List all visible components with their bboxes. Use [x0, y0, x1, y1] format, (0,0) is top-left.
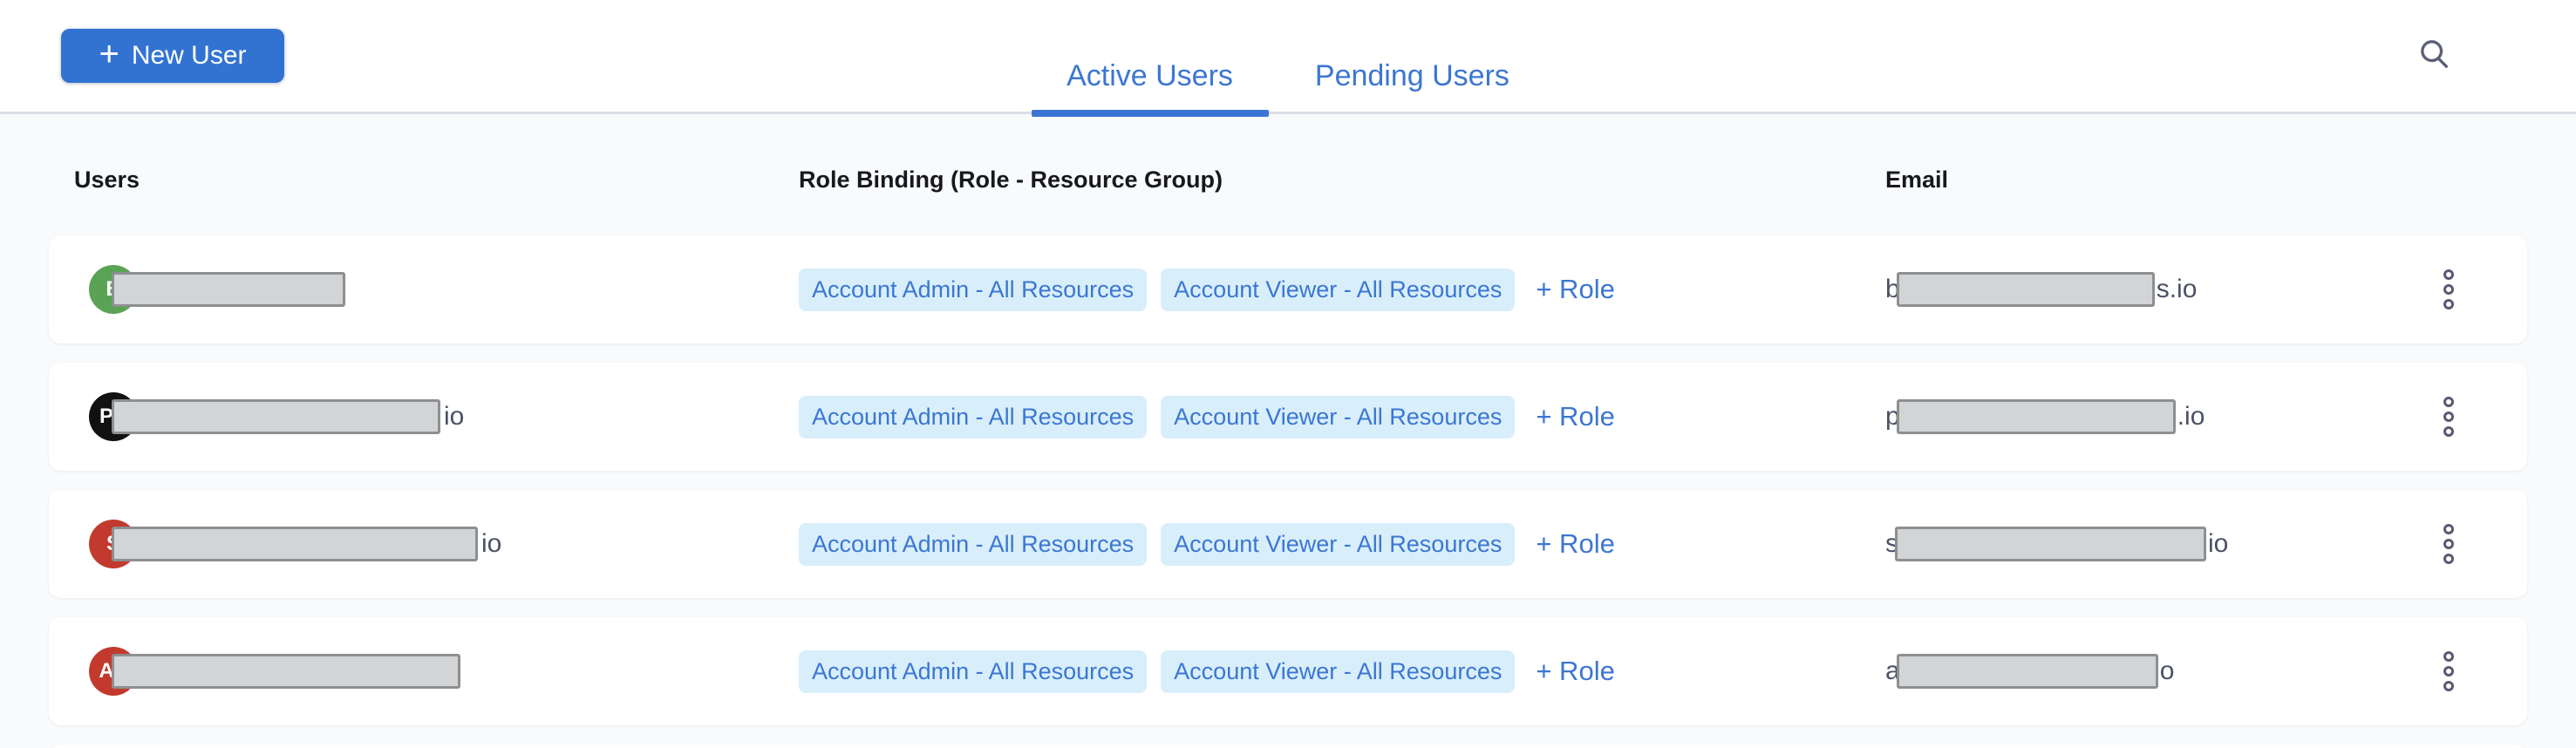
column-header-role-binding: Role Binding (Role - Resource Group)	[799, 167, 1885, 194]
kebab-dot-icon	[2443, 524, 2454, 534]
email-suffix: s.io	[2157, 275, 2198, 304]
menu-cell	[2370, 388, 2527, 445]
user-cell: AS	[49, 647, 799, 696]
kebab-dot-icon	[2443, 666, 2454, 677]
kebab-dot-icon	[2443, 411, 2454, 422]
kebab-dot-icon	[2443, 397, 2454, 407]
email-suffix: o	[2160, 656, 2175, 686]
kebab-dot-icon	[2443, 269, 2454, 280]
table-header: Users Role Binding (Role - Resource Grou…	[49, 114, 2527, 235]
kebab-dot-icon	[2443, 539, 2454, 549]
tab-pending-users-label: Pending Users	[1315, 59, 1509, 93]
role-binding-cell: Account Admin - All Resources Account Vie…	[799, 269, 1885, 311]
kebab-menu-button[interactable]	[2435, 261, 2463, 318]
email-redaction-box	[1897, 272, 2155, 307]
add-role-button[interactable]: + Role	[1536, 274, 1614, 305]
role-badge: Account Viewer - All Resources	[1161, 650, 1515, 693]
menu-cell	[2370, 643, 2527, 700]
role-badge: Account Viewer - All Resources	[1161, 523, 1515, 566]
top-bar: + New User Active Users Pending Users	[0, 0, 2576, 114]
menu-cell	[2370, 261, 2527, 318]
role-badge: Account Viewer - All Resources	[1161, 396, 1515, 439]
email-cell: p .io	[1885, 399, 2370, 434]
name-redaction-box	[112, 399, 440, 434]
role-badges: Account Admin - All Resources Account Vie…	[799, 269, 1515, 311]
email-redaction-box	[1897, 654, 2158, 689]
email-suffix: .io	[2177, 402, 2205, 432]
user-table-body: B Account Admin - All Resources Account V…	[49, 235, 2527, 748]
name-redaction-box	[112, 654, 460, 689]
tab-pending-users[interactable]: Pending Users	[1315, 0, 1509, 114]
menu-cell	[2370, 515, 2527, 573]
search-button[interactable]	[2417, 37, 2452, 71]
table-row-partial	[49, 745, 2527, 748]
email-cell: a o	[1885, 654, 2370, 689]
email-redaction-box	[1895, 527, 2206, 561]
user-name-suffix: io	[481, 529, 501, 559]
role-badges: Account Admin - All Resources Account Vie…	[799, 396, 1515, 439]
table-row: B Account Admin - All Resources Account V…	[49, 235, 2527, 343]
role-badges: Account Admin - All Resources Account Vie…	[799, 650, 1515, 693]
role-badge: Account Admin - All Resources	[799, 269, 1147, 311]
kebab-dot-icon	[2443, 651, 2454, 662]
role-badge: Account Viewer - All Resources	[1161, 269, 1515, 311]
kebab-menu-button[interactable]	[2435, 388, 2463, 445]
kebab-dot-icon	[2443, 284, 2454, 295]
role-badge: Account Admin - All Resources	[799, 650, 1147, 693]
kebab-dot-icon	[2443, 681, 2454, 691]
column-header-email: Email	[1885, 167, 2370, 194]
column-header-users: Users	[49, 167, 799, 194]
tab-bar: Active Users Pending Users	[0, 0, 2576, 114]
search-icon	[2417, 37, 2452, 71]
add-role-button[interactable]: + Role	[1536, 656, 1614, 687]
tab-active-users[interactable]: Active Users	[1067, 0, 1233, 114]
role-binding-cell: Account Admin - All Resources Account Vie…	[799, 650, 1885, 693]
table-row: S io Account Admin - All ResourcesAccoun…	[49, 490, 2527, 598]
role-badge: Account Admin - All Resources	[799, 396, 1147, 439]
email-cell: s io	[1885, 527, 2370, 561]
kebab-menu-button[interactable]	[2435, 643, 2463, 700]
email-cell: b s.io	[1885, 272, 2370, 307]
role-binding-cell: Account Admin - All Resources Account Vie…	[799, 523, 1885, 566]
table-row: PP io Account Admin - All ResourcesAccou…	[49, 363, 2527, 471]
kebab-menu-button[interactable]	[2435, 515, 2463, 573]
user-name-suffix: io	[444, 402, 464, 432]
user-cell: S io	[49, 520, 799, 568]
user-cell: PP io	[49, 392, 799, 441]
add-role-button[interactable]: + Role	[1536, 401, 1614, 432]
role-badge: Account Admin - All Resources	[799, 523, 1147, 566]
email-redaction-box	[1897, 399, 2176, 434]
add-role-button[interactable]: + Role	[1536, 528, 1614, 560]
role-binding-cell: Account Admin - All Resources Account Vie…	[799, 396, 1885, 439]
email-suffix: io	[2208, 529, 2228, 559]
tab-active-users-label: Active Users	[1067, 59, 1233, 93]
table-row: AS Account Admin - All ResourcesAccount …	[49, 617, 2527, 725]
role-badges: Account Admin - All Resources Account Vie…	[799, 523, 1515, 566]
name-redaction-box	[112, 272, 345, 307]
name-redaction-box	[112, 527, 478, 561]
kebab-dot-icon	[2443, 554, 2454, 564]
user-cell: B	[49, 265, 799, 314]
kebab-dot-icon	[2443, 299, 2454, 309]
kebab-dot-icon	[2443, 426, 2454, 437]
